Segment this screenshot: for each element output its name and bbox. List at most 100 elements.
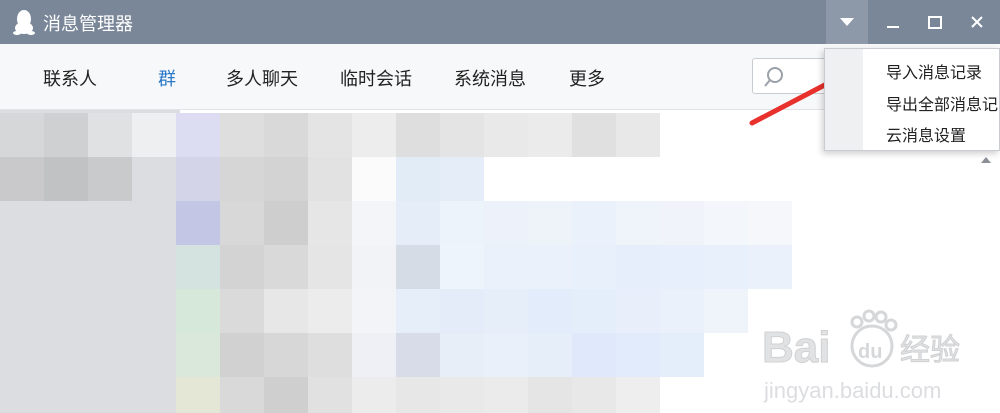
mosaic-cell [176,245,220,289]
mosaic-cell [616,201,660,245]
mosaic-cell [396,157,440,201]
mosaic-cell [528,201,572,245]
mosaic-cell [484,113,528,157]
mosaic-cell [88,157,132,201]
mosaic-cell [572,245,616,289]
mosaic-cell [484,245,528,289]
maximize-button[interactable] [914,0,956,44]
mosaic-cell [440,333,484,377]
mosaic-cell [176,333,220,377]
mosaic-cell [396,289,440,333]
window-title: 消息管理器 [43,14,133,35]
minimize-icon [887,26,899,28]
mosaic-cell [572,113,616,157]
mosaic-cell [528,289,572,333]
mosaic-cell [528,333,572,377]
mosaic-cell [396,113,440,157]
mosaic-cell [660,201,704,245]
mosaic-cell [132,157,176,201]
mosaic-cell [176,377,220,413]
mosaic-cell [220,377,264,413]
svg-text:jingyan.baidu.com: jingyan.baidu.com [763,378,941,403]
mosaic-cell [528,245,572,289]
mosaic-cell [0,113,44,157]
svg-text:经验: 经验 [900,333,960,368]
mosaic-cell [308,289,352,333]
mosaic-cell [352,333,396,377]
close-button[interactable] [956,0,998,44]
tab-more[interactable]: 更多 [569,65,605,91]
mosaic-cell [220,245,264,289]
mosaic-cell [176,113,220,157]
mosaic-cell [572,333,616,377]
mosaic-cell [264,289,308,333]
mosaic-cell [616,245,660,289]
mosaic-cell [572,377,616,413]
mosaic-cell [220,201,264,245]
mosaic-cell [396,377,440,413]
title-bar: 消息管理器 [0,0,1000,44]
tab-groups[interactable]: 群 [158,65,176,91]
mosaic-cell [440,245,484,289]
mosaic-cell [396,333,440,377]
mosaic-cell [176,157,220,201]
mosaic-cell [308,113,352,157]
mosaic-cell [440,157,484,201]
mosaic-cell [616,377,660,413]
mosaic-cell [308,157,352,201]
mosaic-cell [616,113,660,157]
menu-item-export-all-messages[interactable]: 导出全部消息记 [886,91,998,115]
mosaic-cell [748,201,792,245]
mosaic-cell [352,377,396,413]
mosaic-cell [704,201,748,245]
mosaic-cell [352,245,396,289]
mosaic-cell [660,289,704,333]
mosaic-cell [220,333,264,377]
mosaic-cell [616,333,660,377]
scroll-up-arrow[interactable] [981,157,991,163]
tab-multi-chat[interactable]: 多人聊天 [226,65,298,91]
mosaic-cell [352,157,396,201]
menu-item-import-messages[interactable]: 导入消息记录 [886,59,982,83]
tab-contacts[interactable]: 联系人 [43,65,97,91]
mosaic-cell [264,201,308,245]
mosaic-cell [484,333,528,377]
mosaic-cell [484,377,528,413]
mosaic-cell [44,113,88,157]
mosaic-cell [264,113,308,157]
mosaic-cell [220,289,264,333]
mosaic-cell [572,201,616,245]
mosaic-cell [440,289,484,333]
mosaic-cell [484,289,528,333]
mosaic-cell [352,289,396,333]
mosaic-cell [440,113,484,157]
mosaic-cell [176,201,220,245]
mosaic-cell [660,333,704,377]
chevron-down-icon [840,18,854,26]
svg-text:du: du [858,341,882,363]
mosaic-cell [308,333,352,377]
mosaic-cell [440,377,484,413]
mosaic-cell [264,157,308,201]
mosaic-cell [132,113,176,157]
mosaic-cell [88,113,132,157]
mosaic-cell [352,201,396,245]
dropdown-menu: 导入消息记录 导出全部消息记 云消息设置 [824,48,1000,151]
qq-penguin-icon [13,10,35,35]
mosaic-cell [264,245,308,289]
tab-system-messages[interactable]: 系统消息 [454,65,526,91]
mosaic-cell [264,377,308,413]
mosaic-cell [308,377,352,413]
mosaic-cell [396,201,440,245]
tab-temp-session[interactable]: 临时会话 [340,65,412,91]
mosaic-cell [264,333,308,377]
minimize-button[interactable] [872,0,914,44]
mosaic-cell [484,201,528,245]
mosaic-cell [308,245,352,289]
mosaic-cell [0,157,44,201]
close-icon [971,16,983,28]
mosaic-cell [660,245,704,289]
menu-item-cloud-message-settings[interactable]: 云消息设置 [886,122,966,146]
mosaic-cell [704,245,748,289]
menu-dropdown-button[interactable] [826,0,868,44]
